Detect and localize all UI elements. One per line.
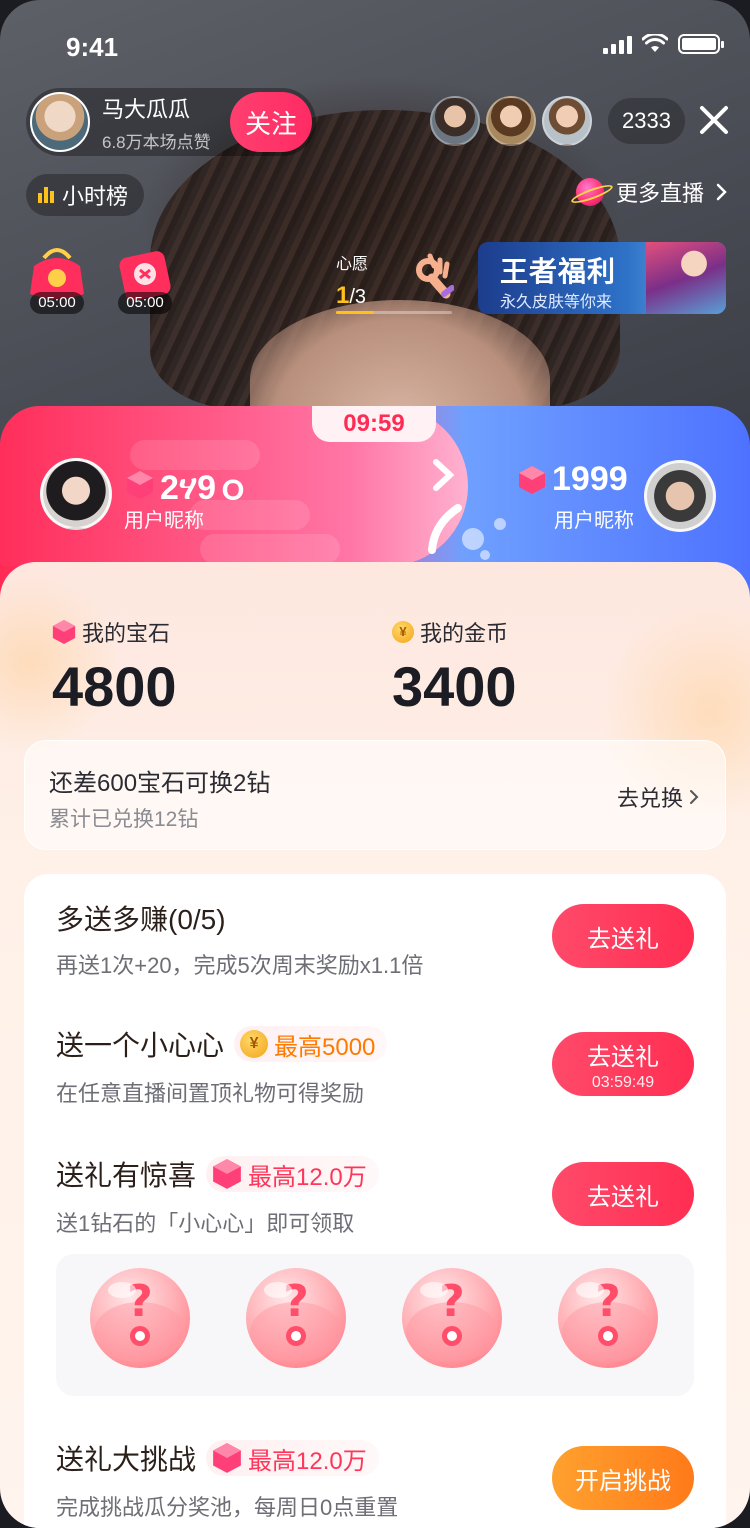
viewer-avatar[interactable] <box>430 96 480 146</box>
exchange-card[interactable]: 还差600宝石可换2钻 累计已兑换12钻 去兑换 <box>24 740 726 850</box>
viewer-avatar[interactable] <box>486 96 536 146</box>
mystery-ball-icon[interactable]: ? <box>400 1266 504 1370</box>
svg-text:?: ? <box>127 1276 153 1327</box>
pk-left-avatar[interactable] <box>40 458 112 530</box>
task-subtitle: 在任意直播间置顶礼物可得奖励 <box>56 1081 365 1106</box>
gem-icon <box>213 1159 241 1189</box>
rewards-sheet: 我的宝石 4800 ¥ 我的金币 3400 还差600宝石可换2钻 累计已兑换1… <box>0 562 750 1528</box>
pk-left-score: 2ሃ9ｏ <box>126 460 250 509</box>
task-countdown: 03:59:49 <box>591 1073 655 1091</box>
ok-hand-icon <box>416 253 454 299</box>
banner-subtitle: 永久皮肤等你来 <box>500 294 613 311</box>
gems-label: 我的宝石 <box>52 616 170 648</box>
gem-icon <box>127 470 153 499</box>
task-title: 送礼有惊喜 最高12.0万 <box>56 1154 379 1194</box>
svg-text:?: ? <box>283 1276 309 1327</box>
pk-left-name: 用户昵称 <box>124 510 204 532</box>
wifi-icon <box>642 34 668 52</box>
status-time: 9:41 <box>66 32 119 62</box>
reward-tag: 最高12.0万 <box>206 1156 379 1192</box>
wish-progress-fill <box>336 311 375 314</box>
viewer-count[interactable]: 2333 <box>608 98 685 144</box>
red-packet[interactable]: 05:00 <box>112 244 178 314</box>
task-title: 多送多赚(0/5) <box>56 904 226 935</box>
signal-icon <box>603 34 632 54</box>
follow-button[interactable]: 关注 <box>230 92 312 152</box>
gem-icon <box>52 620 76 644</box>
pk-arrow-icon <box>433 459 455 491</box>
pk-right-name: 用户昵称 <box>554 510 634 532</box>
battery-icon <box>678 34 724 54</box>
task-title: 送一个小心心 ¥ 最高5000 <box>56 1024 388 1064</box>
red-packet[interactable]: 05:00 <box>24 244 90 314</box>
chevron-right-icon <box>716 183 727 201</box>
gems-value: 4800 <box>52 655 177 718</box>
mystery-ball-icon[interactable]: ? <box>244 1266 348 1370</box>
viewer-avatar[interactable] <box>542 96 592 146</box>
svg-text:?: ? <box>439 1276 465 1327</box>
status-icons <box>603 34 724 54</box>
send-gift-button[interactable]: 去送礼 03:59:49 <box>552 1032 694 1096</box>
start-challenge-button[interactable]: 开启挑战 <box>552 1446 694 1510</box>
planet-icon <box>575 178 604 206</box>
reward-tag: ¥ 最高5000 <box>234 1026 388 1062</box>
mystery-ball-icon[interactable]: ? <box>88 1266 192 1370</box>
wish-progress-track <box>336 311 452 314</box>
task-subtitle: 再送1次+20，完成5次周末奖励x1.1倍 <box>56 953 424 978</box>
coin-icon: ¥ <box>392 621 414 643</box>
exchange-button[interactable]: 去兑换 <box>617 781 699 813</box>
more-live-button[interactable]: 更多直播 <box>575 176 728 208</box>
promo-banner[interactable]: 王者福利 永久皮肤等你来 <box>478 242 726 314</box>
live-room: 9:41 马大瓜瓜 6.8万本场点赞 关注 2333 小时榜 更多直播 05:0… <box>0 0 750 1528</box>
exchange-title: 还差600宝石可换2钻 <box>49 770 271 797</box>
mystery-ball-icon[interactable]: ? <box>556 1266 660 1370</box>
red-packet-timer: 05:00 <box>118 292 172 314</box>
send-gift-button[interactable]: 去送礼 <box>552 1162 694 1226</box>
host-info[interactable]: 马大瓜瓜 6.8万本场点赞 关注 <box>26 88 316 156</box>
pk-right-score: 1999 <box>518 460 628 499</box>
pk-timer: 09:59 <box>312 406 436 442</box>
banner-title: 王者福利 <box>500 256 617 287</box>
task-title: 送礼大挑战 最高12.0万 <box>56 1438 379 1478</box>
close-icon[interactable] <box>694 100 734 140</box>
banner-hero-image <box>646 242 726 314</box>
chevron-right-icon <box>690 790 699 804</box>
task-subtitle: 完成挑战瓜分奖池，每周日0点重置 <box>56 1495 399 1520</box>
hourly-rank-label: 小时榜 <box>62 184 129 209</box>
mystery-box-row: ???? <box>56 1254 694 1396</box>
coin-icon: ¥ <box>240 1030 269 1058</box>
red-packet-timer: 05:00 <box>30 292 84 314</box>
svg-text:?: ? <box>595 1276 621 1327</box>
host-name: 马大瓜瓜 <box>102 96 191 122</box>
pk-right-avatar[interactable] <box>644 460 716 532</box>
exchange-subtitle: 累计已兑换12钻 <box>49 808 199 831</box>
reward-tag: 最高12.0万 <box>206 1440 379 1476</box>
host-likes: 6.8万本场点赞 <box>102 132 211 152</box>
gem-icon <box>519 465 545 494</box>
pk-slash-icon <box>428 504 462 554</box>
viewer-list[interactable]: 2333 <box>430 96 685 146</box>
coins-label: ¥ 我的金币 <box>392 616 508 648</box>
task-list: 多送多赚(0/5) 再送1次+20，完成5次周末奖励x1.1倍 去送礼 送一个小… <box>24 874 726 1528</box>
hourly-rank-button[interactable]: 小时榜 <box>26 174 145 216</box>
more-live-label: 更多直播 <box>615 181 704 206</box>
send-gift-button[interactable]: 去送礼 <box>552 904 694 968</box>
gem-icon <box>213 1443 241 1473</box>
rank-bars-icon <box>38 187 54 203</box>
host-avatar[interactable] <box>30 92 90 152</box>
coins-value: 3400 <box>392 655 517 718</box>
task-subtitle: 送1钻石的「小心心」即可领取 <box>56 1211 355 1236</box>
